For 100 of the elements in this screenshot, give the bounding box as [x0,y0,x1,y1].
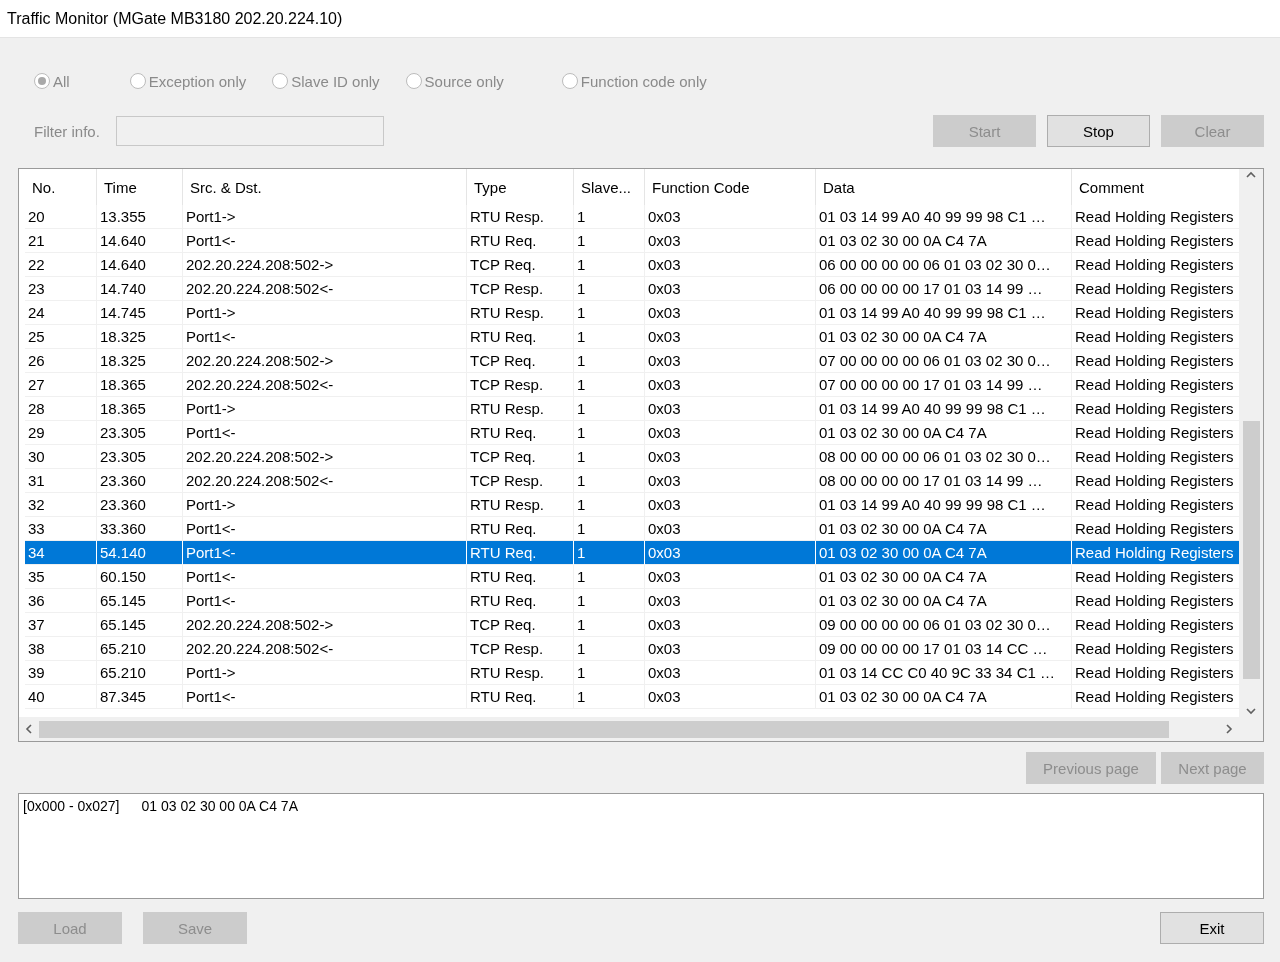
table-cell: RTU Resp. [467,661,574,685]
table-cell: 0x03 [645,253,816,277]
table-cell: 06 00 00 00 00 17 01 03 14 99 … [816,277,1072,301]
table-cell: Port1<- [183,589,467,613]
table-cell: 202.20.224.208:502-> [183,349,467,373]
table-cell: 1 [574,661,645,685]
scroll-left-icon[interactable] [23,723,35,735]
control-button[interactable]: Stop [1047,115,1150,147]
table-cell: 23.360 [97,469,183,493]
table-cell: 0x03 [645,661,816,685]
scroll-down-icon[interactable] [1245,705,1257,717]
table-cell: RTU Resp. [467,493,574,517]
table-cell: 29 [25,421,97,445]
table-cell: TCP Req. [467,349,574,373]
table-cell: 1 [574,205,645,229]
table-cell: 0x03 [645,493,816,517]
table-cell: 23.305 [97,421,183,445]
table-cell: 01 03 14 99 A0 40 99 99 98 C1 … [816,397,1072,421]
column-header[interactable]: Type [467,169,574,205]
table-cell: 0x03 [645,589,816,613]
table-cell: 01 03 14 99 A0 40 99 99 98 C1 … [816,301,1072,325]
table-cell: 0x03 [645,421,816,445]
column-header[interactable]: No. [25,169,97,205]
column-header[interactable]: Slave... [574,169,645,205]
table-cell: 01 03 02 30 00 0A C4 7A [816,685,1072,709]
scroll-right-icon[interactable] [1223,723,1235,735]
table-cell: 08 00 00 00 00 06 01 03 02 30 0… [816,445,1072,469]
column-header[interactable]: Function Code [645,169,816,205]
table-cell: 23.305 [97,445,183,469]
table-cell: 1 [574,277,645,301]
table-cell: 1 [574,397,645,421]
table-cell: Port1<- [183,325,467,349]
table-cell: 0x03 [645,325,816,349]
table-cell: 1 [574,229,645,253]
table-cell: 0x03 [645,229,816,253]
table-cell: 1 [574,373,645,397]
table-cell: 32 [25,493,97,517]
table-cell: 18.365 [97,373,183,397]
table-cell: TCP Req. [467,613,574,637]
table-cell: 38 [25,637,97,661]
table-cell: 01 03 14 99 A0 40 99 99 98 C1 … [816,205,1072,229]
table-cell: 01 03 02 30 00 0A C4 7A [816,229,1072,253]
table-cell: Port1<- [183,421,467,445]
table-cell: 01 03 14 99 A0 40 99 99 98 C1 … [816,493,1072,517]
table-cell: 54.140 [97,541,183,565]
table-cell: 202.20.224.208:502-> [183,613,467,637]
table-cell: 31 [25,469,97,493]
table-cell: 0x03 [645,565,816,589]
table-cell: 0x03 [645,397,816,421]
exit-button[interactable]: Exit [1160,912,1264,944]
table-cell: 1 [574,301,645,325]
table-cell: 18.325 [97,349,183,373]
table-cell: 26 [25,349,97,373]
table-cell: 1 [574,469,645,493]
table-cell: 60.150 [97,565,183,589]
table-cell: Port1<- [183,685,467,709]
table-cell: 0x03 [645,685,816,709]
table-cell: 1 [574,589,645,613]
table-cell: 1 [574,541,645,565]
table-cell: 1 [574,565,645,589]
table-cell: RTU Req. [467,685,574,709]
table-cell: 0x03 [645,373,816,397]
table-cell: 08 00 00 00 00 17 01 03 14 99 … [816,469,1072,493]
table-cell: Port1<- [183,565,467,589]
table-cell: 1 [574,349,645,373]
table-cell: 30 [25,445,97,469]
table-cell: RTU Resp. [467,205,574,229]
table-cell: 35 [25,565,97,589]
column-header[interactable]: Data [816,169,1072,205]
table-cell: 202.20.224.208:502<- [183,373,467,397]
table-cell: 01 03 02 30 00 0A C4 7A [816,565,1072,589]
table-cell: 01 03 02 30 00 0A C4 7A [816,541,1072,565]
vertical-scrollbar[interactable] [1239,169,1263,717]
table-cell: 0x03 [645,301,816,325]
table-cell: 65.145 [97,589,183,613]
table-cell: Port1-> [183,661,467,685]
column-header[interactable]: Time [97,169,183,205]
column-header[interactable]: Src. & Dst. [183,169,467,205]
table-cell: TCP Resp. [467,277,574,301]
table-cell: 1 [574,421,645,445]
table-cell: 01 03 02 30 00 0A C4 7A [816,325,1072,349]
table-cell: TCP Req. [467,445,574,469]
table-cell: 0x03 [645,445,816,469]
table-cell: 18.365 [97,397,183,421]
table-cell: RTU Req. [467,325,574,349]
filter-label: Filter info. [34,122,101,140]
table-cell: 202.20.224.208:502<- [183,469,467,493]
table-cell: 1 [574,685,645,709]
table-cell: 22 [25,253,97,277]
table-cell: 09 00 00 00 00 06 01 03 02 30 0… [816,613,1072,637]
table-cell: TCP Req. [467,253,574,277]
horizontal-scrollbar[interactable] [19,717,1239,741]
table-cell: 87.345 [97,685,183,709]
table-cell: 09 00 00 00 00 17 01 03 14 CC … [816,637,1072,661]
table-cell: 37 [25,613,97,637]
byte-range: [0x000 - 0x027] [23,798,120,814]
table-cell: 14.745 [97,301,183,325]
table-cell: 21 [25,229,97,253]
table-cell: RTU Req. [467,229,574,253]
table-cell: Port1-> [183,205,467,229]
